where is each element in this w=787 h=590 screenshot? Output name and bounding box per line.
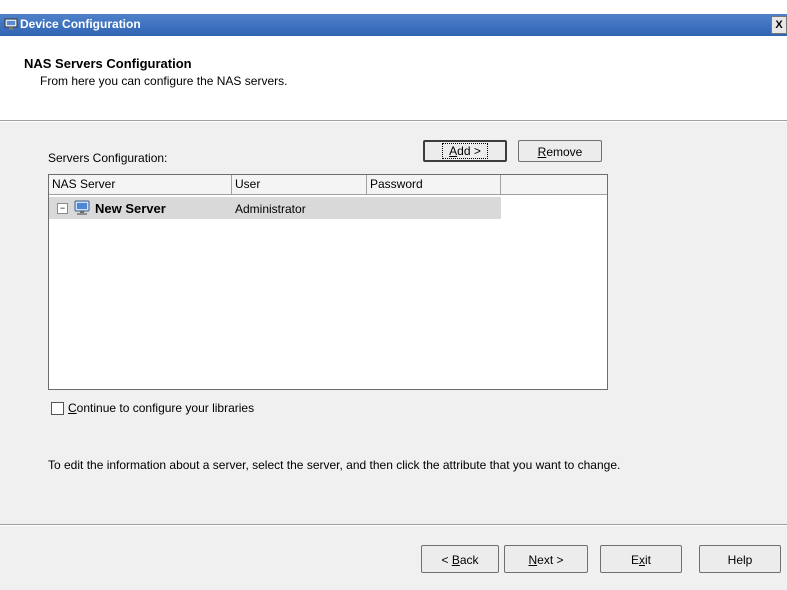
column-password[interactable]: Password bbox=[367, 175, 501, 194]
next-rest: ext > bbox=[537, 553, 564, 567]
server-name-cell[interactable]: New Server bbox=[95, 201, 166, 216]
page-title: NAS Servers Configuration bbox=[24, 56, 192, 71]
device-configuration-window: Device Configuration X NAS Servers Confi… bbox=[0, 0, 787, 590]
add-button-label: Add > bbox=[442, 143, 488, 159]
continue-configure-libraries-label[interactable]: Continue to configure your libraries bbox=[68, 401, 254, 415]
back-accel: B bbox=[451, 553, 460, 567]
table-row[interactable]: − New Server Administrator bbox=[49, 197, 501, 219]
next-accel: N bbox=[528, 553, 538, 567]
back-button[interactable]: < Back bbox=[421, 545, 499, 573]
wizard-header: NAS Servers Configuration From here you … bbox=[0, 36, 787, 120]
column-nas-server[interactable]: NAS Server bbox=[49, 175, 232, 194]
help-button[interactable]: Help bbox=[699, 545, 781, 573]
remove-rest: emove bbox=[546, 145, 583, 159]
collapse-icon[interactable]: − bbox=[57, 203, 68, 214]
exit-pre: E bbox=[630, 553, 639, 567]
continue-accel: C bbox=[68, 401, 77, 415]
remove-accel: R bbox=[537, 145, 547, 159]
device-config-icon bbox=[4, 17, 18, 31]
column-user[interactable]: User bbox=[232, 175, 367, 194]
continue-configure-libraries-checkbox[interactable] bbox=[51, 402, 64, 415]
add-rest: dd > bbox=[457, 144, 481, 158]
add-button[interactable]: Add > bbox=[423, 140, 507, 162]
back-prefix: < bbox=[441, 553, 452, 567]
servers-configuration-label: Servers Configuration: bbox=[48, 151, 168, 165]
next-button[interactable]: Next > bbox=[504, 545, 588, 573]
back-rest: ack bbox=[459, 553, 479, 567]
add-accel: A bbox=[449, 144, 458, 158]
header-divider-highlight bbox=[0, 121, 787, 122]
window-title: Device Configuration bbox=[20, 17, 141, 31]
server-user-cell[interactable]: Administrator bbox=[235, 202, 306, 216]
title-bar[interactable]: Device Configuration X bbox=[0, 14, 787, 36]
footer-divider-highlight bbox=[0, 525, 787, 526]
list-header: NAS Server User Password bbox=[49, 175, 607, 195]
exit-rest: it bbox=[645, 553, 651, 567]
page-subtitle: From here you can configure the NAS serv… bbox=[40, 74, 288, 88]
close-button[interactable]: X bbox=[771, 16, 787, 34]
continue-rest: ontinue to configure your libraries bbox=[76, 401, 255, 415]
remove-button[interactable]: Remove bbox=[518, 140, 602, 162]
nas-servers-list[interactable]: NAS Server User Password − New Server Ad… bbox=[48, 174, 608, 390]
top-strip bbox=[0, 0, 787, 14]
edit-instructions-text: To edit the information about a server, … bbox=[48, 458, 621, 472]
exit-button[interactable]: Exit bbox=[600, 545, 682, 573]
server-computer-icon bbox=[73, 199, 91, 217]
